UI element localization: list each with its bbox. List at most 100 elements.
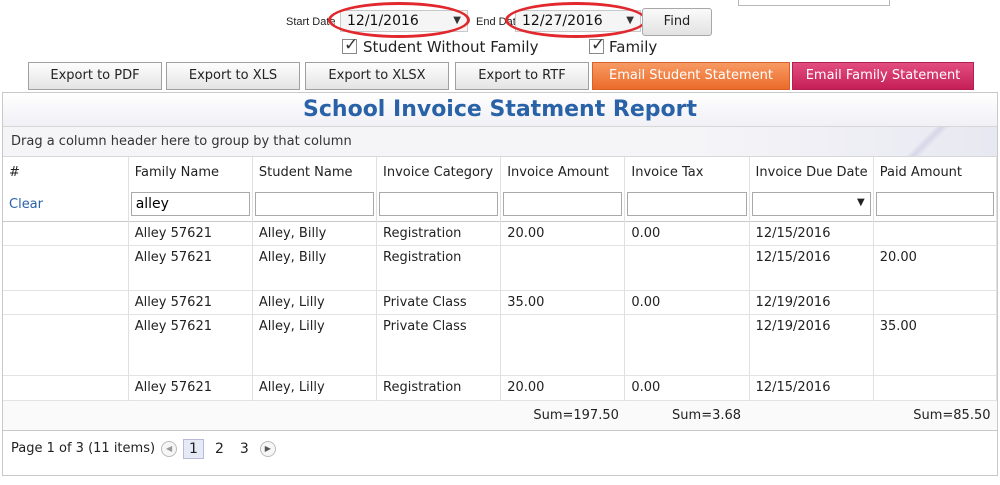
email-family-statement-button[interactable]: Email Family Statement (792, 62, 974, 90)
student-name-cell: Alley, Billy (252, 221, 378, 245)
start-date-select[interactable]: 12/1/2016 ▼ (340, 10, 468, 32)
export-toolbar: Export to PDF Export to XLS Export to XL… (0, 62, 1000, 90)
email-student-statement-button[interactable]: Email Student Statement (592, 62, 790, 90)
column-header-invoice-due-date[interactable]: Invoice Due Date (749, 157, 874, 188)
paid-amount-cell: 35.00 (873, 314, 998, 375)
invoice-amount-sum: Sum=197.50 (533, 407, 619, 423)
invoice-category-filter[interactable] (379, 192, 499, 217)
invoice-amount-cell: 20.00 (500, 221, 626, 245)
invoice-category-cell: Registration (376, 245, 502, 290)
invoice-due-date-cell: 12/15/2016 (749, 375, 874, 400)
invoice-tax-cell (624, 245, 750, 290)
invoice-amount-filter[interactable] (503, 192, 623, 217)
group-hint-text: Drag a column header here to group by th… (11, 134, 352, 149)
checkmark-icon: ✓ (344, 35, 359, 55)
family-name-cell: Alley 57621 (128, 375, 253, 400)
page-1-button[interactable]: 1 (183, 438, 204, 459)
pager: Page 1 of 3 (11 items) ◀ 1 2 3 ▶ (3, 431, 997, 467)
table-row[interactable]: Alley 57621 Alley, Lilly Private Class 1… (3, 314, 998, 375)
page-3-button[interactable]: 3 (235, 440, 254, 458)
paid-amount-cell (873, 221, 998, 245)
table-row[interactable]: Alley 57621 Alley, Billy Registration 20… (3, 221, 998, 245)
family-name-cell: Alley 57621 (128, 314, 253, 375)
student-name-cell: Alley, Billy (252, 245, 378, 290)
dropdown-arrow-icon: ▼ (857, 197, 865, 209)
table-row[interactable]: Alley 57621 Alley, Billy Registration 12… (3, 245, 998, 290)
column-header-invoice-category[interactable]: Invoice Category (376, 157, 502, 188)
family-name-cell: Alley 57621 (128, 290, 253, 314)
paid-amount-sum: Sum=85.50 (913, 407, 991, 423)
invoice-tax-filter[interactable] (627, 192, 747, 217)
invoice-amount-cell: 20.00 (500, 375, 626, 400)
invoice-due-date-filter[interactable]: ▼ (751, 192, 871, 217)
export-rtf-button[interactable]: Export to RTF (455, 62, 589, 90)
column-header-invoice-tax[interactable]: Invoice Tax (624, 157, 750, 188)
family-name-filter[interactable] (130, 192, 250, 217)
grid-title: School Invoice Statment Report (3, 93, 997, 127)
checkmark-icon: ✓ (591, 35, 606, 55)
next-page-icon[interactable]: ▶ (259, 440, 276, 457)
export-xlsx-button[interactable]: Export to XLSX (305, 62, 449, 90)
column-header-invoice-amount[interactable]: Invoice Amount (500, 157, 626, 188)
family-name-cell: Alley 57621 (128, 245, 253, 290)
previous-page-icon[interactable]: ◀ (161, 440, 178, 457)
invoice-category-cell: Registration (376, 375, 502, 400)
paid-amount-filter[interactable] (875, 192, 994, 217)
dropdown-arrow-icon: ▼ (453, 15, 461, 26)
student-name-cell: Alley, Lilly (252, 375, 378, 400)
family-checkbox[interactable]: ✓ (589, 35, 605, 55)
page-2-button[interactable]: 2 (210, 440, 229, 458)
date-filter-row: Start Date 12/1/2016 ▼ End Date 12/27/20… (0, 2, 1000, 38)
invoice-tax-cell: 0.00 (624, 375, 750, 400)
end-date-select[interactable]: 12/27/2016 ▼ (515, 10, 641, 32)
invoice-due-date-cell: 12/15/2016 (749, 221, 874, 245)
paid-amount-cell (873, 375, 998, 400)
invoice-tax-cell: 0.00 (624, 221, 750, 245)
decorative-sheen (877, 127, 967, 156)
invoice-grid: School Invoice Statment Report Drag a co… (2, 92, 998, 476)
invoice-table: # Family Name Student Name Invoice Categ… (3, 157, 998, 431)
paid-amount-cell (873, 290, 998, 314)
invoice-category-cell: Private Class (376, 314, 502, 375)
invoice-due-date-cell: 12/19/2016 (749, 290, 874, 314)
header-row: # Family Name Student Name Invoice Categ… (3, 157, 998, 188)
student-name-filter[interactable] (254, 192, 375, 217)
student-name-cell: Alley, Lilly (252, 314, 378, 375)
student-name-cell: Alley, Lilly (252, 290, 378, 314)
student-without-family-label: Student Without Family (363, 38, 539, 56)
clear-filters-link[interactable]: Clear (5, 197, 43, 212)
export-xls-button[interactable]: Export to XLS (166, 62, 300, 90)
invoice-tax-cell: 0.00 (624, 290, 750, 314)
table-row[interactable]: Alley 57621 Alley, Lilly Private Class 3… (3, 290, 998, 314)
filter-row: Clear ▼ (3, 188, 998, 221)
start-date-value: 12/1/2016 (347, 13, 419, 29)
family-name-cell: Alley 57621 (128, 221, 253, 245)
column-header-index[interactable]: # (3, 157, 129, 188)
paid-amount-cell: 20.00 (873, 245, 998, 290)
invoice-amount-cell (500, 314, 626, 375)
invoice-amount-cell (500, 245, 626, 290)
top-input-field[interactable] (738, 0, 890, 6)
invoice-amount-cell: 35.00 (500, 290, 626, 314)
pager-summary: Page 1 of 3 (11 items) (11, 441, 156, 456)
find-button[interactable]: Find (642, 8, 712, 36)
invoice-category-cell: Registration (376, 221, 502, 245)
invoice-category-cell: Private Class (376, 290, 502, 314)
checkbox-row: ✓ Student Without Family ✓ Family (0, 35, 1000, 60)
table-row[interactable]: Alley 57621 Alley, Lilly Registration 20… (3, 375, 998, 400)
end-date-value: 12/27/2016 (522, 13, 603, 29)
invoice-tax-sum: Sum=3.68 (672, 407, 742, 423)
group-by-panel[interactable]: Drag a column header here to group by th… (3, 127, 997, 157)
student-without-family-checkbox[interactable]: ✓ (342, 35, 358, 55)
summary-row: Sum=197.50 Sum=3.68 Sum=85.50 (3, 400, 997, 430)
column-header-family-name[interactable]: Family Name (128, 157, 253, 188)
start-date-label: Start Date (286, 16, 336, 28)
invoice-due-date-cell: 12/19/2016 (749, 314, 874, 375)
invoice-tax-cell (624, 314, 750, 375)
column-header-paid-amount[interactable]: Paid Amount (873, 157, 998, 188)
dropdown-arrow-icon: ▼ (626, 15, 634, 26)
family-label: Family (609, 38, 658, 56)
invoice-due-date-cell: 12/15/2016 (749, 245, 874, 290)
export-pdf-button[interactable]: Export to PDF (28, 62, 162, 90)
column-header-student-name[interactable]: Student Name (252, 157, 378, 188)
